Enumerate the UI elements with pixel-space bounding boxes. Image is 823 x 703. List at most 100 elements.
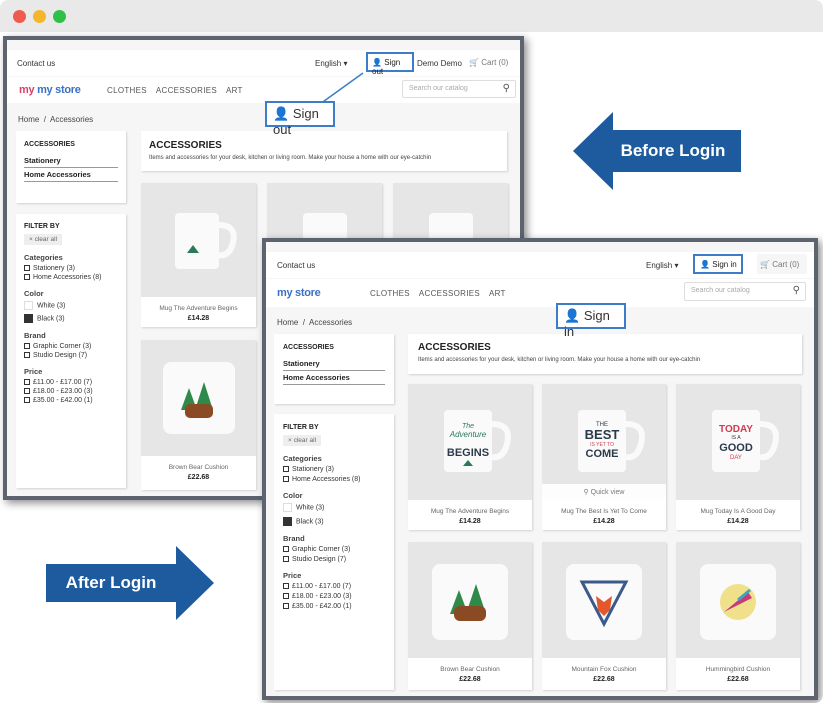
quick-view-label: Quick view — [590, 489, 625, 496]
filter-label: White (3) — [296, 504, 325, 512]
mug-text: GOOD — [719, 442, 753, 454]
clear-all-button[interactable]: × clear all — [283, 435, 322, 446]
product-card[interactable]: TODAY IS A GOOD DAY Mug Today Is A Good … — [676, 384, 800, 530]
product-card[interactable]: Brown Bear Cushion £22.68 — [408, 542, 532, 690]
product-card[interactable]: Mountain Fox Cushion £22.68 — [542, 542, 666, 690]
filter-label: £35.00 - £42.00 (1) — [292, 603, 352, 610]
product-price: £14.28 — [593, 518, 615, 525]
product-name[interactable]: Hummingbird Cushion — [676, 666, 800, 673]
category-banner: ACCESSORIES Items and accessories for yo… — [408, 334, 802, 374]
product-card[interactable]: The Adventure BEGINS Mug The Adventure B… — [408, 384, 532, 530]
cushion-icon — [700, 564, 776, 640]
after-login-label: After Login — [65, 573, 157, 592]
filter-label: Graphic Corner (3) — [292, 546, 351, 553]
filter-label: £18.00 - £23.00 (3) — [292, 593, 352, 600]
mug-text: IS A — [731, 435, 741, 441]
banner-title: ACCESSORIES — [418, 342, 491, 353]
filter-price-2[interactable]: £18.00 - £23.00 (3) — [283, 593, 385, 600]
main-nav: CLOTHES ACCESSORIES ART — [370, 289, 515, 298]
product-card[interactable]: THE BEST IS YET TO COME ⚲ Quick view Mug… — [542, 384, 666, 530]
filter-white[interactable]: White (3) — [283, 503, 385, 512]
filter-home-accessories[interactable]: Home Accessories (8) — [283, 476, 385, 483]
breadcrumb-accessories[interactable]: Accessories — [309, 318, 352, 327]
store-logo[interactable]: my store — [277, 287, 321, 299]
logo-text: my store — [277, 287, 321, 299]
search-icon[interactable]: ⚲ — [793, 285, 800, 296]
subcat-home-accessories[interactable]: Home Accessories — [283, 371, 385, 385]
filter-label: Home Accessories (8) — [292, 476, 361, 483]
mug-icon: TODAY IS A GOOD DAY — [712, 410, 779, 472]
mug-text: BEST — [585, 427, 620, 442]
filter-label: Studio Design (7) — [292, 556, 347, 563]
category-title: ACCESSORIES — [283, 344, 334, 351]
white-swatch[interactable] — [283, 503, 292, 512]
color-label: Color — [283, 491, 303, 500]
after-login-window: Contact us English ▾ 👤 Sign in 🛒 Cart (0… — [262, 238, 818, 700]
product-name[interactable]: Mug The Adventure Begins — [408, 508, 532, 515]
product-price: £22.68 — [459, 676, 481, 683]
black-swatch[interactable] — [283, 517, 292, 526]
product-image[interactable] — [408, 542, 532, 658]
checkbox[interactable] — [283, 603, 289, 610]
language-select[interactable]: English ▾ — [646, 261, 678, 270]
user-icon: 👤 — [700, 260, 710, 269]
mug-text: COME — [586, 448, 619, 460]
cart-link[interactable]: 🛒 Cart (0) — [757, 254, 807, 274]
breadcrumb-home[interactable]: Home — [277, 318, 298, 327]
category-box: ACCESSORIES Stationery Home Accessories — [274, 334, 394, 404]
search-placeholder: Search our catalog — [691, 287, 750, 294]
header: my store CLOTHES ACCESSORIES ART Search ou… — [266, 279, 814, 307]
mug-text: BEGINS — [447, 447, 489, 459]
sign-out-callout: 👤 Sign out — [265, 101, 335, 137]
brand-label: Brand — [283, 534, 305, 543]
categories-label: Categories — [283, 454, 322, 463]
checkbox[interactable] — [283, 466, 289, 473]
filter-studio-design[interactable]: Studio Design (7) — [283, 556, 385, 563]
filter-black[interactable]: Black (3) — [283, 517, 385, 526]
product-image[interactable]: THE BEST IS YET TO COME ⚲ Quick view — [542, 384, 666, 500]
sign-in-label: Sign in — [712, 260, 737, 269]
nav-accessories[interactable]: ACCESSORIES — [419, 289, 480, 298]
clear-all-label: clear all — [293, 437, 317, 444]
checkbox[interactable] — [283, 476, 289, 483]
product-image[interactable]: The Adventure BEGINS — [408, 384, 532, 500]
filter-stationery[interactable]: Stationery (3) — [283, 466, 385, 473]
product-name[interactable]: Mug The Best Is Yet To Come — [542, 508, 666, 515]
product-name[interactable]: Brown Bear Cushion — [408, 666, 532, 673]
product-image[interactable] — [542, 542, 666, 658]
filter-graphic-corner[interactable]: Graphic Corner (3) — [283, 546, 385, 553]
product-name[interactable]: Mountain Fox Cushion — [542, 666, 666, 673]
checkbox[interactable] — [283, 556, 289, 563]
filter-price-1[interactable]: £11.00 - £17.00 (7) — [283, 583, 385, 590]
user-icon: 👤 — [273, 106, 290, 121]
mug-text: The — [462, 423, 474, 430]
filter-price-3[interactable]: £35.00 - £42.00 (1) — [283, 603, 385, 610]
product-name[interactable]: Mug Today Is A Good Day — [676, 508, 800, 515]
product-price: £22.68 — [593, 676, 615, 683]
cart-label: Cart (0) — [772, 260, 800, 269]
user-icon: 👤 — [564, 308, 581, 323]
product-price: £22.68 — [727, 676, 749, 683]
product-card[interactable]: Hummingbird Cushion £22.68 — [676, 542, 800, 690]
cushion-icon — [566, 564, 642, 640]
breadcrumb: Home / Accessories — [277, 318, 353, 327]
checkbox[interactable] — [283, 593, 289, 600]
filter-title: FILTER BY — [283, 424, 319, 431]
price-label: Price — [283, 571, 302, 580]
checkbox[interactable] — [283, 583, 289, 590]
mug-text: DAY — [730, 455, 742, 461]
top-bar: Contact us English ▾ 👤 Sign in 🛒 Cart (0… — [266, 252, 814, 278]
contact-link[interactable]: Contact us — [277, 261, 315, 270]
product-image[interactable] — [676, 542, 800, 658]
cushion-icon — [432, 564, 508, 640]
subcat-stationery[interactable]: Stationery — [283, 357, 385, 371]
product-image[interactable]: TODAY IS A GOOD DAY — [676, 384, 800, 500]
search-input[interactable]: Search our catalog ⚲ — [684, 282, 806, 301]
quick-view-button[interactable]: ⚲ Quick view — [542, 484, 666, 500]
sign-in-button[interactable]: 👤 Sign in — [693, 254, 743, 274]
search-icon: ⚲ — [583, 489, 589, 496]
nav-art[interactable]: ART — [489, 289, 506, 298]
mug-icon: The Adventure BEGINS — [444, 410, 511, 472]
nav-clothes[interactable]: CLOTHES — [370, 289, 410, 298]
checkbox[interactable] — [283, 546, 289, 553]
